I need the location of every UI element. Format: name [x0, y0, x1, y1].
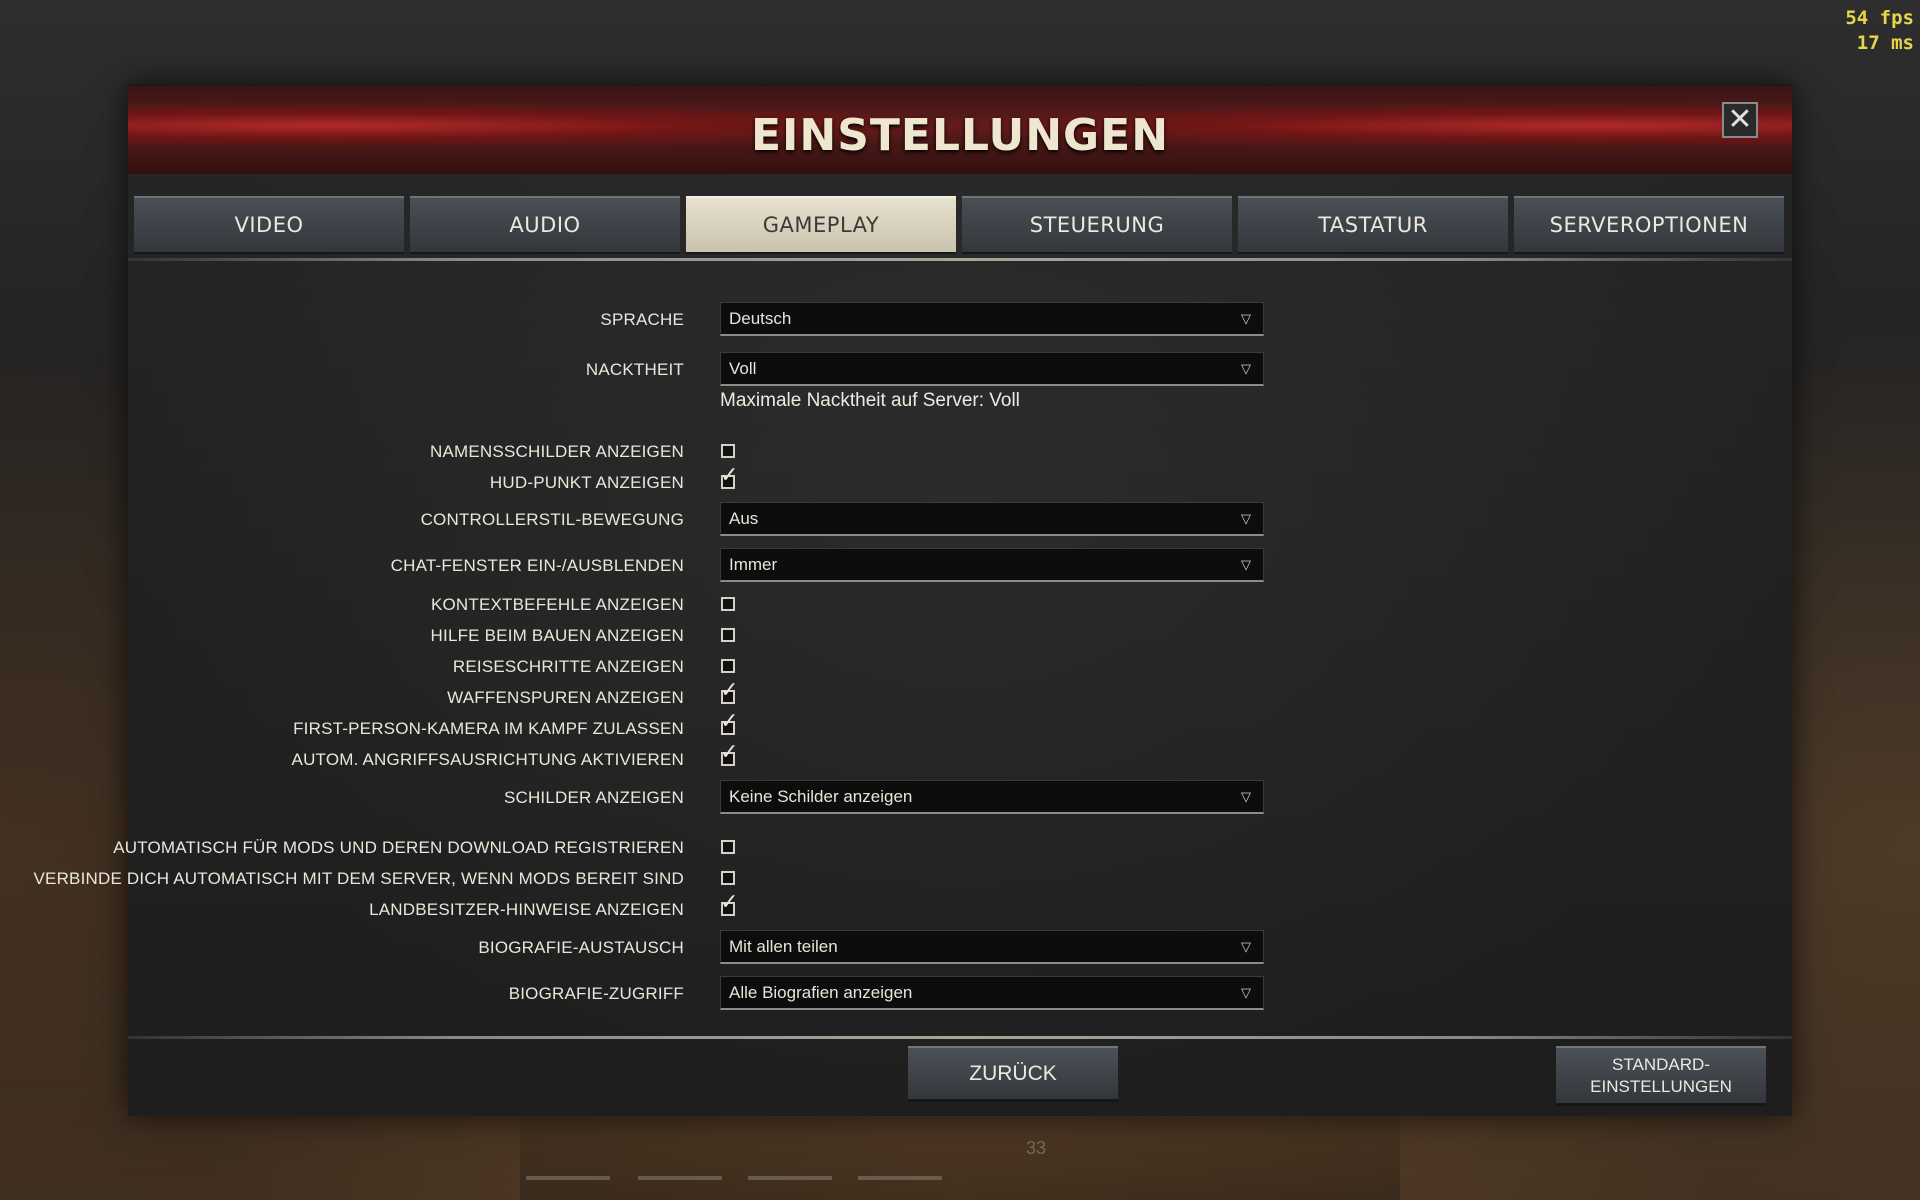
chat-fenster-select[interactable]: Immer ▽ — [720, 548, 1264, 582]
tab-gameplay[interactable]: GAMEPLAY — [686, 196, 956, 254]
select-value: Immer — [729, 555, 778, 574]
hud-punkt-checkbox[interactable]: ✓ — [720, 465, 738, 489]
nacktheit-note: Maximale Nacktheit auf Server: Voll — [720, 390, 1020, 411]
tab-video[interactable]: VIDEO — [134, 196, 404, 254]
checkmark-icon: ✓ — [720, 709, 739, 734]
setting-row-biografie-austausch: BIOGRAFIE-AUSTAUSCH Mit allen teilen ▽ — [128, 930, 1792, 966]
setting-row-controllerstil: CONTROLLERSTIL-BEWEGUNG Aus ▽ — [128, 502, 1792, 538]
nacktheit-select[interactable]: Voll ▽ — [720, 352, 1264, 386]
hud-bar — [858, 1176, 942, 1180]
restore-defaults-button[interactable]: STANDARD- EINSTELLUNGEN — [1556, 1046, 1766, 1106]
dropdown-arrow-icon: ▽ — [1241, 789, 1251, 804]
setting-label: CHAT-FENSTER EIN-/AUSBLENDEN — [390, 556, 684, 575]
setting-row-nacktheit: NACKTHEIT Voll ▽ — [128, 352, 1792, 388]
back-button[interactable]: ZURÜCK — [908, 1046, 1118, 1102]
dropdown-arrow-icon: ▽ — [1241, 939, 1251, 954]
dropdown-arrow-icon: ▽ — [1241, 311, 1251, 326]
footer-divider — [128, 1036, 1792, 1039]
background-hud — [520, 1118, 1400, 1200]
hilfe-bauen-checkbox[interactable] — [721, 628, 735, 642]
select-value: Alle Biografien anzeigen — [729, 983, 913, 1002]
dropdown-arrow-icon: ▽ — [1241, 985, 1251, 1000]
select-value: Mit allen teilen — [729, 937, 838, 956]
mods-registrieren-checkbox[interactable] — [721, 840, 735, 854]
button-label-line: STANDARD- — [1612, 1054, 1710, 1074]
checkmark-icon: ✓ — [720, 463, 739, 488]
tab-steuerung[interactable]: STEUERUNG — [962, 196, 1232, 254]
setting-row-chat-fenster: CHAT-FENSTER EIN-/AUSBLENDEN Immer ▽ — [128, 548, 1792, 584]
dialog-title: EINSTELLUNGEN — [750, 110, 1170, 161]
namensschilder-checkbox[interactable] — [721, 444, 735, 458]
hud-bar — [526, 1176, 610, 1180]
setting-label: LANDBESITZER-HINWEISE ANZEIGEN — [369, 900, 684, 919]
angriffsausrichtung-checkbox[interactable]: ✓ — [720, 742, 738, 766]
landbesitzer-checkbox[interactable]: ✓ — [720, 892, 738, 916]
waffenspuren-checkbox[interactable]: ✓ — [720, 680, 738, 704]
hud-bar — [638, 1176, 722, 1180]
tab-serveroptionen[interactable]: SERVEROPTIONEN — [1514, 196, 1784, 254]
frame-time: 17 ms — [1856, 32, 1914, 54]
tab-bar: VIDEO AUDIO GAMEPLAY STEUERUNG TASTATUR … — [134, 196, 1784, 254]
mods-verbinden-checkbox[interactable] — [721, 871, 735, 885]
biografie-austausch-select[interactable]: Mit allen teilen ▽ — [720, 930, 1264, 964]
kontextbefehle-checkbox[interactable] — [721, 597, 735, 611]
hud-number: 33 — [1026, 1138, 1047, 1158]
setting-row-hud-punkt: HUD-PUNKT ANZEIGEN ✓ — [128, 465, 1792, 501]
reiseschritte-checkbox[interactable] — [721, 659, 735, 673]
setting-label: CONTROLLERSTIL-BEWEGUNG — [420, 510, 684, 529]
close-icon: ✕ — [1727, 102, 1753, 137]
tab-divider — [128, 258, 1792, 261]
sprache-select[interactable]: Deutsch ▽ — [720, 302, 1264, 336]
setting-row-angriffsausrichtung: AUTOM. ANGRIFFSAUSRICHTUNG AKTIVIEREN ✓ — [128, 742, 1792, 778]
select-value: Voll — [729, 359, 757, 378]
fps-counter: 54 fps — [1845, 7, 1914, 29]
setting-row-schilder: SCHILDER ANZEIGEN Keine Schilder anzeige… — [128, 780, 1792, 816]
dropdown-arrow-icon: ▽ — [1241, 511, 1251, 526]
setting-row-sprache: SPRACHE Deutsch ▽ — [128, 302, 1792, 338]
first-person-checkbox[interactable]: ✓ — [720, 711, 738, 735]
dialog-header: EINSTELLUNGEN ✕ — [128, 84, 1792, 174]
select-value: Keine Schilder anzeigen — [729, 787, 913, 806]
schilder-select[interactable]: Keine Schilder anzeigen ▽ — [720, 780, 1264, 814]
biografie-zugriff-select[interactable]: Alle Biografien anzeigen ▽ — [720, 976, 1264, 1010]
dropdown-arrow-icon: ▽ — [1241, 557, 1251, 572]
close-button[interactable]: ✕ — [1722, 102, 1758, 138]
hud-bar — [748, 1176, 832, 1180]
checkmark-icon: ✓ — [720, 678, 739, 703]
setting-row-biografie-zugriff: BIOGRAFIE-ZUGRIFF Alle Biografien anzeig… — [128, 976, 1792, 1012]
settings-dialog: EINSTELLUNGEN ✕ VIDEO AUDIO GAMEPLAY STE… — [34, 84, 1792, 1116]
setting-label: BIOGRAFIE-ZUGRIFF — [508, 984, 684, 1003]
dropdown-arrow-icon: ▽ — [1241, 361, 1251, 376]
setting-label: NACKTHEIT — [585, 360, 684, 379]
checkmark-icon: ✓ — [720, 740, 739, 765]
checkmark-icon: ✓ — [720, 890, 739, 915]
setting-label: SCHILDER ANZEIGEN — [503, 788, 684, 807]
setting-label: BIOGRAFIE-AUSTAUSCH — [478, 938, 684, 957]
setting-label: HUD-PUNKT ANZEIGEN — [489, 473, 684, 492]
select-value: Aus — [729, 509, 759, 528]
tab-tastatur[interactable]: TASTATUR — [1238, 196, 1508, 254]
tab-audio[interactable]: AUDIO — [410, 196, 680, 254]
controllerstil-select[interactable]: Aus ▽ — [720, 502, 1264, 536]
fps-overlay: 54 fps 17 ms — [1845, 6, 1914, 56]
setting-label: AUTOM. ANGRIFFSAUSRICHTUNG AKTIVIEREN — [291, 750, 684, 769]
select-value: Deutsch — [729, 309, 792, 328]
setting-label: SPRACHE — [600, 310, 684, 329]
button-label-line: EINSTELLUNGEN — [1590, 1076, 1732, 1096]
setting-row-landbesitzer: LANDBESITZER-HINWEISE ANZEIGEN ✓ — [128, 892, 1792, 928]
